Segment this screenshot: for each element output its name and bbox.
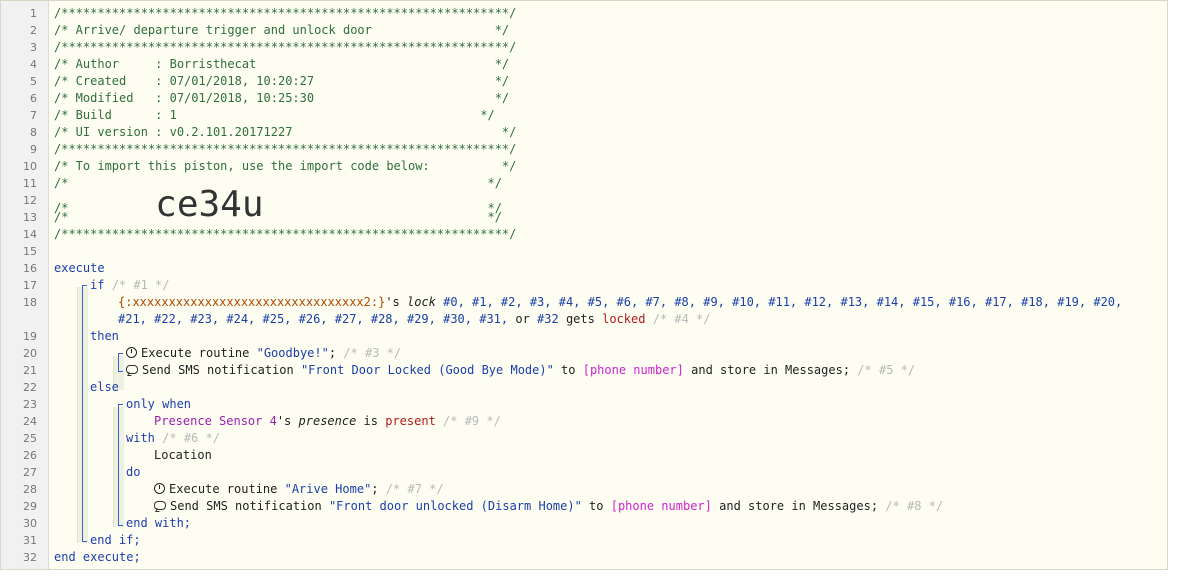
chat-bubble-icon	[126, 365, 138, 374]
code-editor: 1 2 3 4 5 6 7 8 9 10 11 12 13 14 15 16 1…	[0, 0, 1168, 570]
bracket-tick	[118, 525, 123, 526]
with-block-bracket	[118, 404, 119, 525]
bracket-tick	[118, 353, 123, 354]
clock-icon	[154, 483, 165, 494]
bracket-tick	[118, 404, 123, 405]
bracket-tick	[118, 371, 123, 372]
bracket-tick	[82, 541, 87, 542]
device-list[interactable]: {:xxxxxxxxxxxxxxxxxxxxxxxxxxxxxxxx2:}	[118, 295, 385, 309]
if-block-bracket	[82, 285, 83, 541]
then-block-bracket	[118, 353, 119, 371]
bracket-tick	[82, 285, 87, 286]
clock-icon	[126, 347, 137, 358]
chat-bubble-icon	[154, 501, 166, 510]
